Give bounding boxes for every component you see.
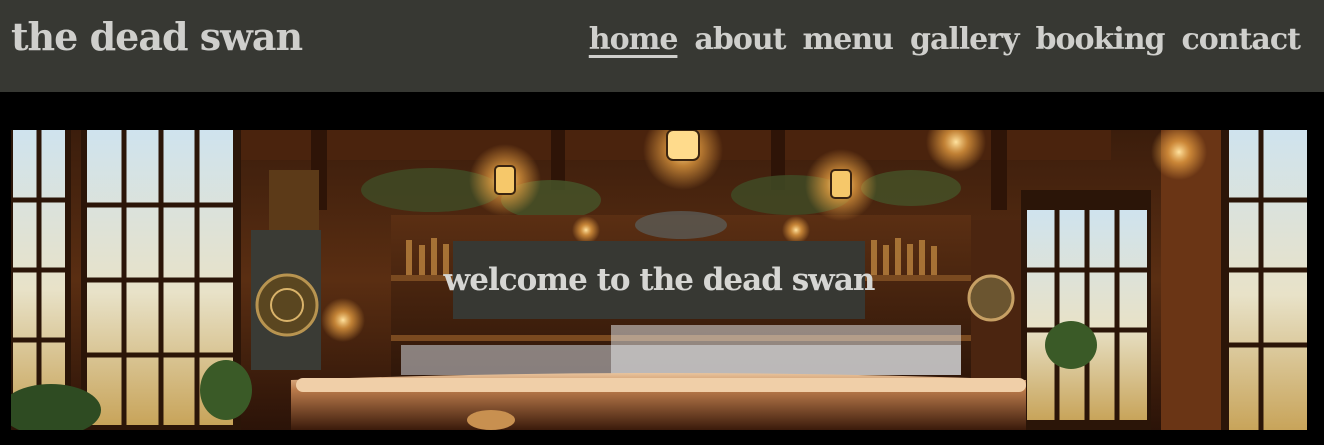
nav-contact[interactable]: contact <box>1181 20 1301 60</box>
nav-menu[interactable]: menu <box>803 20 894 60</box>
welcome-banner: welcome to the dead swan <box>444 241 875 319</box>
nav-home[interactable]: home <box>589 20 679 60</box>
nav-gallery[interactable]: gallery <box>910 20 1020 60</box>
site-header: the dead swan home about menu gallery bo… <box>0 0 1324 92</box>
main-nav: home about menu gallery booking contact <box>589 20 1301 60</box>
welcome-text: welcome to the dead swan <box>443 262 876 298</box>
site-logo-link[interactable]: the dead swan <box>11 14 303 59</box>
nav-about[interactable]: about <box>694 20 786 60</box>
nav-booking[interactable]: booking <box>1036 20 1166 60</box>
